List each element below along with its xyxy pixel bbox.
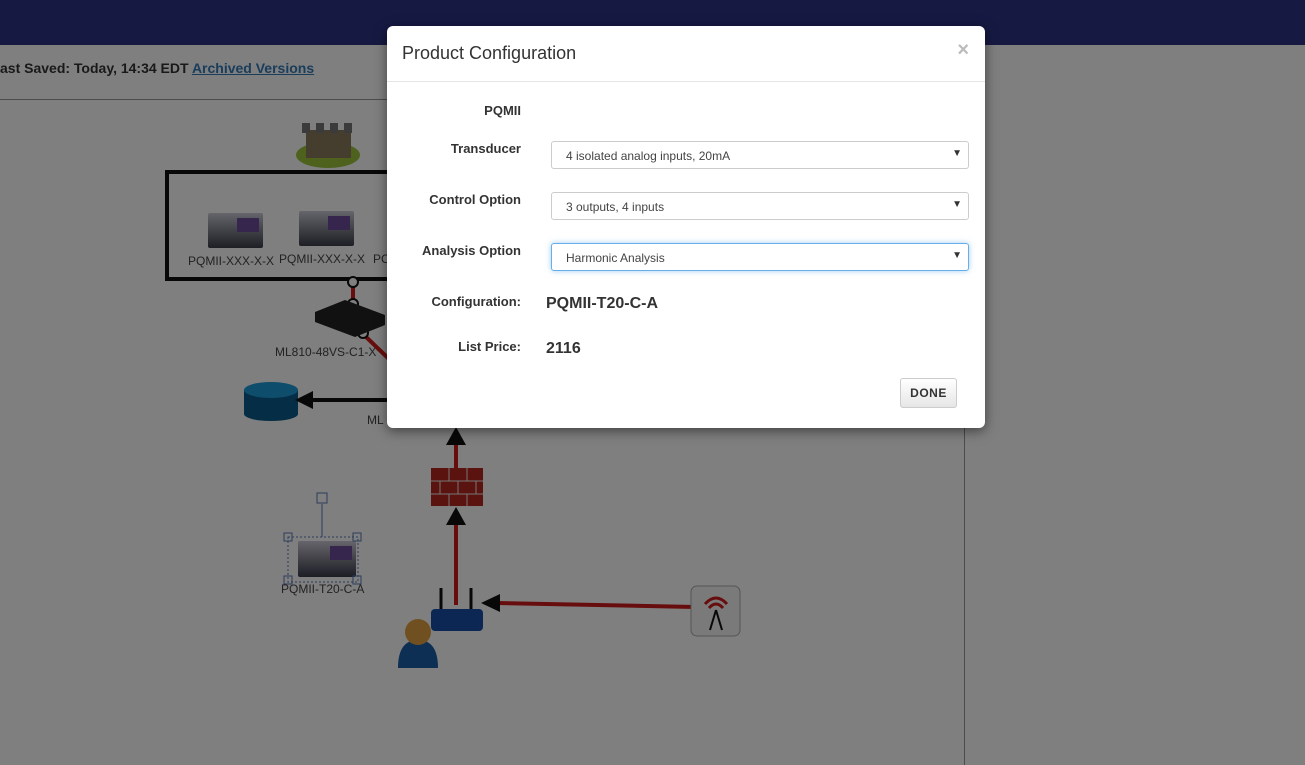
- product-configuration-dialog: Product Configuration × PQMII Transducer…: [387, 26, 985, 428]
- control-option-value: 3 outputs, 4 inputs: [566, 200, 665, 214]
- list-price-value: 2116: [546, 340, 581, 357]
- analysis-option-label: Analysis Option: [422, 243, 521, 258]
- transducer-label: Transducer: [450, 141, 521, 156]
- transducer-select[interactable]: 4 isolated analog inputs, 20mA ▼: [551, 141, 969, 169]
- product-name: PQMII: [484, 103, 521, 118]
- chevron-down-icon: ▼: [952, 148, 962, 159]
- chevron-down-icon: ▼: [952, 250, 962, 261]
- analysis-option-value: Harmonic Analysis: [566, 251, 665, 265]
- list-price-label: List Price:: [458, 339, 521, 354]
- done-button[interactable]: DONE: [900, 378, 957, 408]
- close-icon[interactable]: ×: [957, 39, 969, 62]
- analysis-option-select[interactable]: Harmonic Analysis ▼: [551, 243, 969, 271]
- modal-title: Product Configuration: [402, 43, 577, 63]
- configuration-value: PQMII-T20-C-A: [546, 295, 658, 312]
- control-option-label: Control Option: [429, 192, 521, 207]
- modal-header: Product Configuration ×: [387, 26, 985, 82]
- control-option-select[interactable]: 3 outputs, 4 inputs ▼: [551, 192, 969, 220]
- transducer-value: 4 isolated analog inputs, 20mA: [566, 149, 731, 163]
- chevron-down-icon: ▼: [952, 199, 962, 210]
- configuration-label: Configuration:: [431, 294, 521, 309]
